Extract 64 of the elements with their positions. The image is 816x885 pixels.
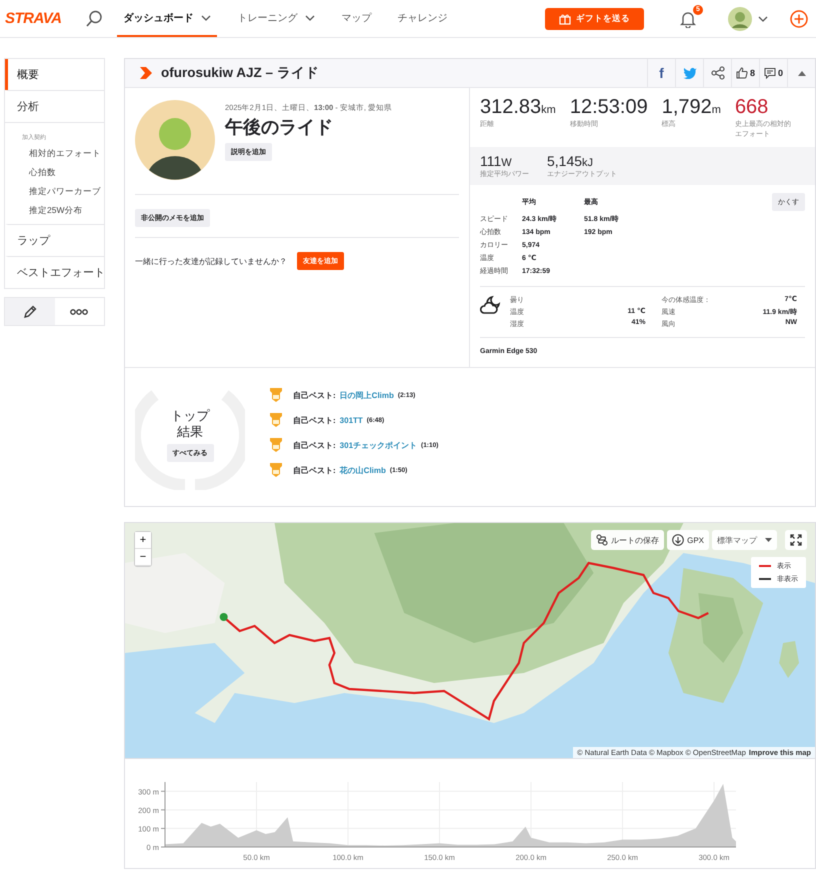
edit-button[interactable] [5,298,54,325]
achievement-label: 自己ベスト: [293,414,336,426]
sidebar-item[interactable]: ラップ [5,224,104,256]
fullscreen-icon [790,534,802,546]
kudos-button[interactable]: 8 [731,59,759,87]
friends-prompt: 一緒に行った友達が記録していませんか？ [135,256,287,266]
segment-link[interactable]: 花の山Climb [340,464,386,476]
chevron-down-icon[interactable] [758,16,768,22]
nav-tab[interactable]: トレーニング [231,0,322,37]
caret-up-icon [798,70,806,76]
sidebar-item[interactable]: 分析 [5,90,104,122]
bird-icon [682,67,696,79]
stat-value: 5,145kJ [547,153,594,169]
achievement-label: 自己ベスト: [293,390,336,400]
facebook-share-button[interactable]: f [647,59,675,87]
nav-tab[interactable]: マップ [335,0,378,37]
bell-icon[interactable] [680,10,696,28]
stat-value: 1,792m [662,96,721,119]
activity-title: 午後のライド [225,116,333,139]
sidebar-item[interactable]: 推定パワーカーブ [5,186,104,205]
caret-down-icon [765,538,772,542]
activity-header-title: ofurosukiw AJZ – ライド [161,64,319,82]
sidebar-item[interactable]: 心拍数 [5,167,104,186]
personal-record-medal-icon [269,412,283,428]
stat-value: 668 [734,96,770,119]
stat-value: 312.83km [480,96,556,119]
personal-record-medal-icon [269,437,283,453]
personal-record-medal-icon [269,462,283,478]
top-results-title: トップ 結果 [170,408,210,440]
segment-link[interactable]: 301チェックポイント [340,440,418,450]
comment-icon [764,67,776,79]
stat-value: 12:53:09 [570,96,648,119]
avatar-icon[interactable] [728,6,752,30]
map-style-dropdown[interactable]: 標準マップ [712,530,777,550]
sidebar-item[interactable]: 相対的エフォート [5,148,104,167]
personal-record-medal-icon [269,387,283,403]
achievement-label: 自己ベスト: [293,464,336,476]
route-icon [596,534,608,546]
add-icon[interactable] [790,10,808,28]
more-icon [70,308,88,314]
gift-icon [559,12,571,24]
pencil-icon [22,304,38,320]
achievement-label: 自己ベスト: [293,440,336,450]
sidebar-item[interactable]: ベストエフォート [5,256,104,288]
stat-value: 111W [480,153,513,169]
segment-link[interactable]: 日の岡上Climb [340,390,394,400]
comments-button[interactable]: 0 [759,59,787,87]
nav-tab[interactable]: ダッシュボード [117,0,218,37]
cloudy-night-icon [480,295,502,315]
ride-chevron-icon [139,66,153,80]
nav-tab[interactable]: チャレンジ [391,0,454,37]
search-icon[interactable] [85,10,104,28]
sidebar-item[interactable]: 推定25W分布 [5,205,104,224]
save-route-button[interactable]: ルートの保存 [591,530,664,550]
y-axis [160,782,166,848]
download-icon [672,534,684,546]
zoom-in-button[interactable]: + [135,532,151,549]
share-icon [710,66,724,80]
athlete-avatar[interactable] [135,100,215,180]
sidebar-item[interactable]: 概要 [5,59,104,90]
fullscreen-button[interactable] [785,530,807,550]
thumbs-up-icon [736,67,748,79]
segment-link[interactable]: 301TT [340,416,363,424]
gpx-download-button[interactable]: GPX [667,530,709,550]
